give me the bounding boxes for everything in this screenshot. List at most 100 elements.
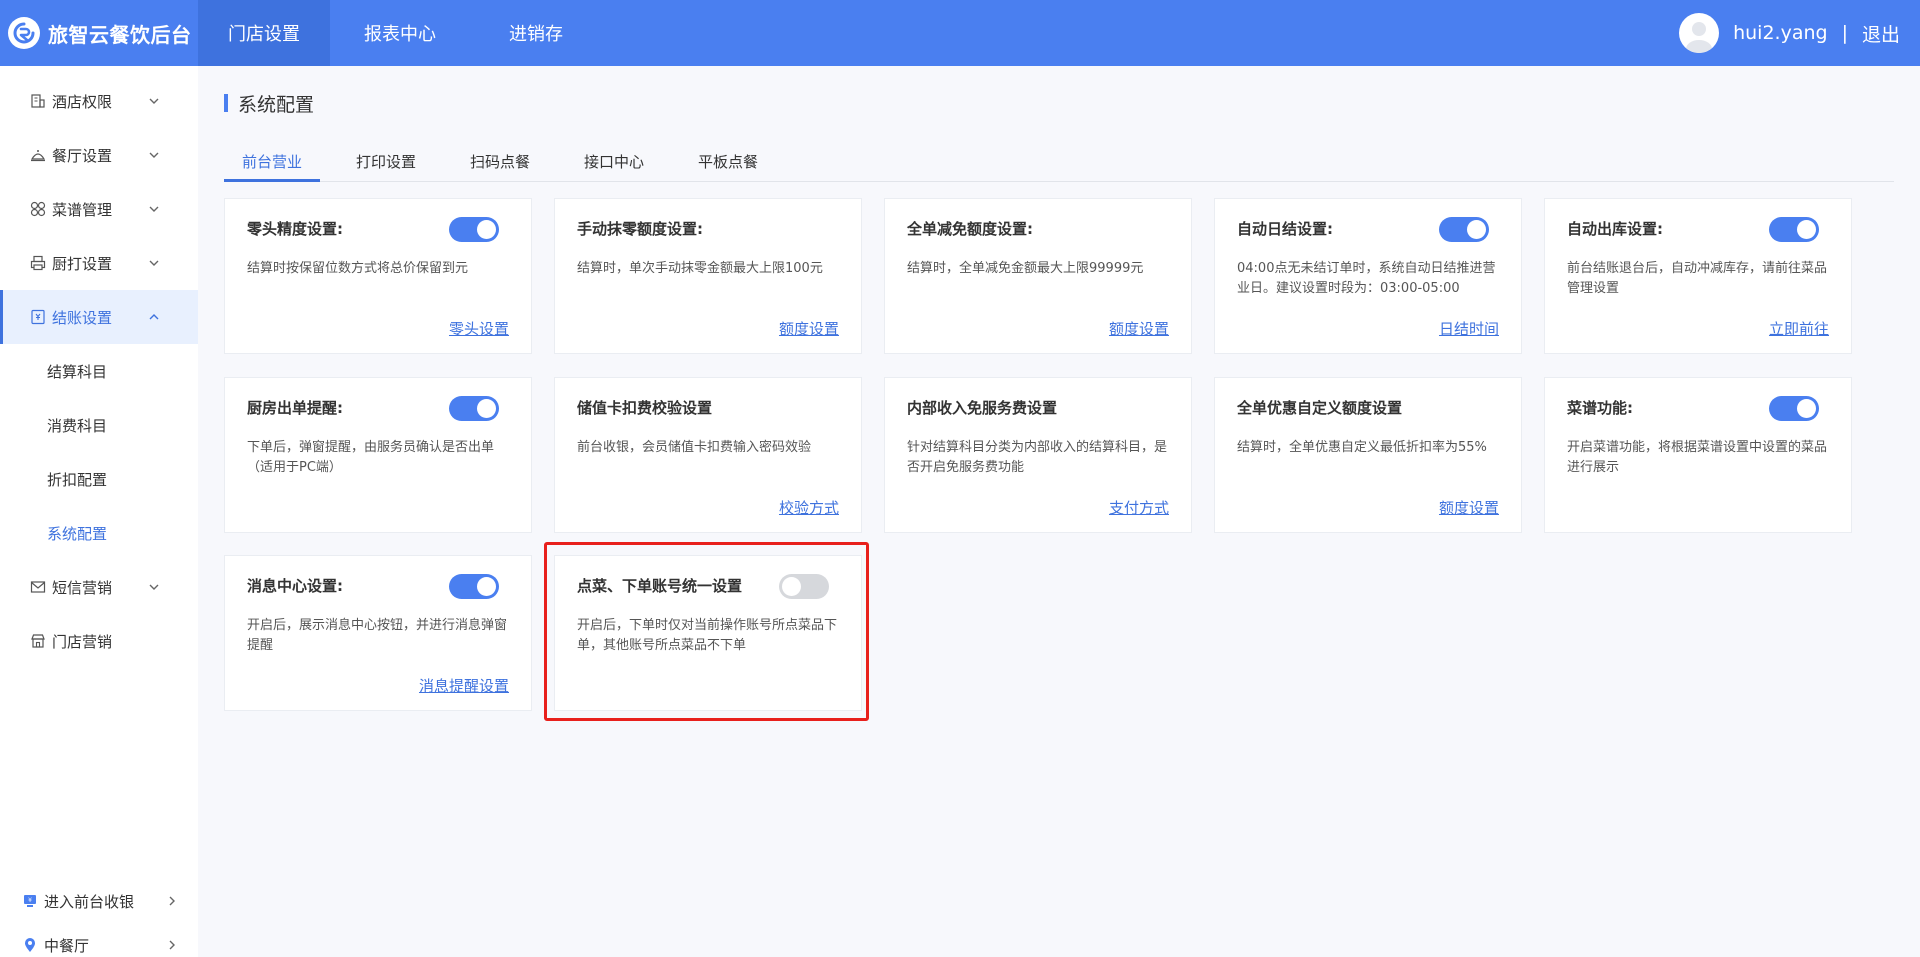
card-title: 全单减免额度设置: [907,220,1033,238]
toggle-switch[interactable] [449,574,499,599]
sidebar-item-hotel-permission[interactable]: 酒店权限 [0,74,198,128]
sidebar-subitem-discount-config[interactable]: 折扣配置 [0,452,198,506]
sidebar-item-label: 餐厅设置 [52,146,113,165]
checkout-icon [30,309,46,325]
chevron-down-icon [148,581,160,593]
sidebar-item-menu-management[interactable]: 菜谱管理 [0,182,198,236]
sidebar-subitem-settlement-subjects[interactable]: 结算科目 [0,344,198,398]
card-rounding-precision: 零头精度设置: 结算时按保留位数方式将总价保留到元 零头设置 [224,198,532,354]
card-whole-order-waiver: 全单减免额度设置: 结算时，全单减免金额最大上限99999元 额度设置 [884,198,1192,354]
toggle-switch[interactable] [449,396,499,421]
toggle-switch[interactable] [779,574,829,599]
logout-link[interactable]: 退出 [1862,20,1900,47]
mail-icon [30,579,46,595]
brand-logo-icon [8,17,40,49]
tab-bar: 前台营业 打印设置 扫码点餐 接口中心 平板点餐 [224,147,1894,182]
sidebar-item-label: 结账设置 [52,308,113,327]
card-description: 04:00点无未结订单时，系统自动日结推进营业日。建议设置时段为：03:00-0… [1237,261,1496,296]
card-kitchen-ticket-reminder: 厨房出单提醒: 下单后，弹窗提醒，由服务员确认是否出单（适用于PC端） [224,377,532,533]
chevron-up-icon [148,311,160,323]
chevron-down-icon [148,149,160,161]
card-link[interactable]: 零头设置 [449,318,509,339]
toggle-knob [1797,220,1816,239]
tab-scan-order[interactable]: 扫码点餐 [452,147,548,181]
page-title: 系统配置 [238,93,315,116]
brand[interactable]: 旅智云餐饮后台 [0,0,198,66]
card-link[interactable]: 支付方式 [1109,497,1169,518]
tab-front-business[interactable]: 前台营业 [224,147,320,182]
card-description: 针对结算科目分类为内部收入的结算科目，是否开启免服务费功能 [907,440,1168,475]
card-description: 下单后，弹窗提醒，由服务员确认是否出单（适用于PC端） [247,440,495,475]
card-description: 开启后，展示消息中心按钮，并进行消息弹窗提醒 [247,618,508,653]
top-nav: 门店设置 报表中心 进销存 [198,0,602,66]
card-auto-stock-out: 自动出库设置: 前台结账退台后，自动冲减库存，请前往菜品管理设置 立即前往 [1544,198,1852,354]
current-restaurant[interactable]: 中餐厅 [0,923,198,957]
card-link[interactable]: 额度设置 [1439,497,1499,518]
toggle-switch[interactable] [1439,217,1489,242]
avatar-icon[interactable] [1679,13,1720,53]
topnav-store-settings[interactable]: 门店设置 [198,0,330,66]
card-auto-daily-close: 自动日结设置: 04:00点无未结订单时，系统自动日结推进营业日。建议设置时段为… [1214,198,1522,354]
topnav-report-center[interactable]: 报表中心 [334,0,466,66]
sidebar-bottom-label: 进入前台收银 [44,892,135,911]
card-link[interactable]: 额度设置 [1109,318,1169,339]
card-custom-discount-limit: 全单优惠自定义额度设置 结算时，全单优惠自定义最低折扣率为55% 额度设置 [1214,377,1522,533]
toggle-knob [477,577,496,596]
chevron-right-icon [166,895,178,907]
tab-interface-center[interactable]: 接口中心 [566,147,662,181]
card-link[interactable]: 校验方式 [779,497,839,518]
top-bar: 旅智云餐饮后台 门店设置 报表中心 进销存 hui2.yang | 退出 [0,0,1920,66]
sidebar-item-label: 酒店权限 [52,92,113,111]
card-description: 开启后，下单时仅对当前操作账号所点菜品下单，其他账号所点菜品不下单 [577,618,838,653]
sidebar-item-store-marketing[interactable]: 门店营销 [0,614,198,668]
card-link[interactable]: 立即前往 [1769,318,1829,339]
username[interactable]: hui2.yang [1733,22,1827,44]
svg-text:¥: ¥ [28,897,32,904]
sidebar-item-label: 菜谱管理 [52,200,113,219]
restaurant-icon [30,147,46,163]
card-title: 储值卡扣费校验设置 [577,399,713,417]
card-link[interactable]: 日结时间 [1439,318,1499,339]
card-title: 手动抹零额度设置: [577,220,703,238]
toggle-knob [782,577,801,596]
sidebar-item-checkout-settings[interactable]: 结账设置 [0,290,198,344]
card-unified-order-account: 点菜、下单账号统一设置 开启后，下单时仅对当前操作账号所点菜品下单，其他账号所点… [554,555,862,711]
sidebar: 酒店权限 餐厅设置 菜谱管理 厨打设置 结账设置 结算科目 消费科目 折扣配置 … [0,66,198,957]
card-title: 内部收入免服务费设置 [907,399,1058,417]
toggle-switch[interactable] [1769,396,1819,421]
enter-front-cashier[interactable]: ¥ 进入前台收银 [0,879,198,923]
toggle-switch[interactable] [1769,217,1819,242]
card-manual-rounding-limit: 手动抹零额度设置: 结算时，单次手动抹零金额最大上限100元 额度设置 [554,198,862,354]
toggle-switch[interactable] [449,217,499,242]
card-description: 开启菜谱功能，将根据菜谱设置中设置的菜品进行展示 [1567,440,1828,475]
toggle-knob [1467,220,1486,239]
sidebar-subitem-system-config[interactable]: 系统配置 [0,506,198,560]
card-menu-function: 菜谱功能: 开启菜谱功能，将根据菜谱设置中设置的菜品进行展示 [1544,377,1852,533]
store-icon [30,633,46,649]
sidebar-item-kitchen-print[interactable]: 厨打设置 [0,236,198,290]
tab-print-settings[interactable]: 打印设置 [338,147,434,181]
card-stored-value-verification: 储值卡扣费校验设置 前台收银，会员储值卡扣费输入密码效验 校验方式 [554,377,862,533]
card-description: 前台结账退台后，自动冲减库存，请前往菜品管理设置 [1567,261,1828,296]
sidebar-item-label: 短信营销 [52,578,113,597]
card-description: 结算时，全单优惠自定义最低折扣率为55% [1237,440,1487,455]
card-link[interactable]: 消息提醒设置 [419,675,509,696]
hotel-icon [30,93,46,109]
tab-tablet-order[interactable]: 平板点餐 [680,147,776,181]
card-description: 结算时按保留位数方式将总价保留到元 [247,261,469,276]
card-description: 前台收银，会员储值卡扣费输入密码效验 [577,440,812,455]
sidebar-item-sms-marketing[interactable]: 短信营销 [0,560,198,614]
chevron-down-icon [148,203,160,215]
toggle-knob [477,220,496,239]
topnav-inventory[interactable]: 进销存 [470,0,602,66]
sidebar-subitem-consumption-subjects[interactable]: 消费科目 [0,398,198,452]
card-link[interactable]: 额度设置 [779,318,839,339]
grid-icon [30,201,46,217]
cashier-icon: ¥ [22,893,38,909]
sidebar-item-label: 厨打设置 [52,254,113,273]
chevron-right-icon [166,939,178,951]
chevron-down-icon [148,257,160,269]
page-header: 系统配置 [224,88,314,118]
sidebar-item-restaurant-settings[interactable]: 餐厅设置 [0,128,198,182]
sidebar-item-label: 门店营销 [52,632,113,651]
